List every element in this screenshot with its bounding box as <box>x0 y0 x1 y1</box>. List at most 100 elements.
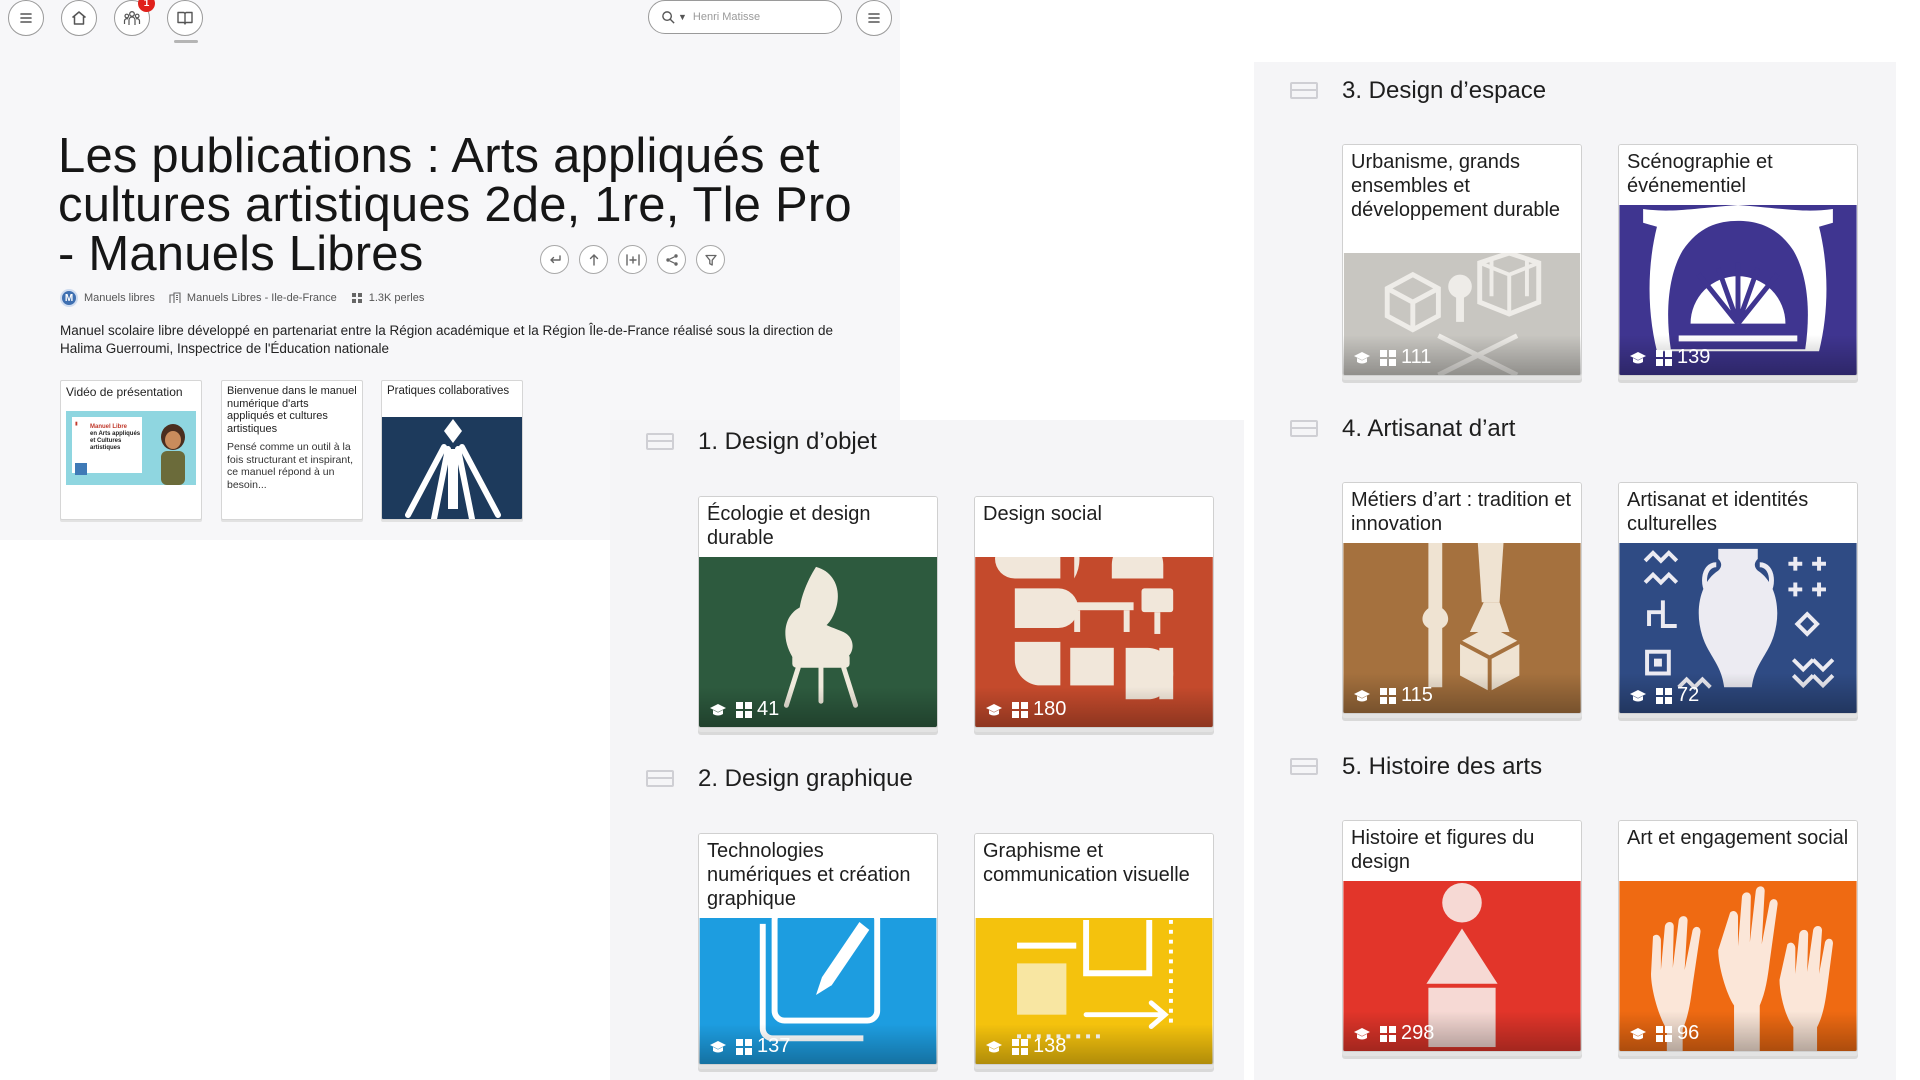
pearls-count-label: 1.3K perles <box>368 292 425 304</box>
card-count: 180 <box>1033 698 1067 720</box>
sections-panel-left: 1. Design d’objet Écologie et design dur… <box>610 420 1244 1080</box>
section-4-title[interactable]: 4. Artisanat d’art <box>1342 415 1515 443</box>
card-urbanisme[interactable]: Urbanisme, grands ensembles et développe… <box>1342 144 1582 376</box>
section-2-drag-handle[interactable] <box>646 770 674 787</box>
graduation-cap-icon <box>986 703 1002 715</box>
card-footer: 41 <box>709 698 779 721</box>
card-title: Scénographie et événementiel <box>1619 145 1857 205</box>
card-technologies-numeriques[interactable]: Technologies numériques et création grap… <box>698 833 938 1065</box>
collaborative-card[interactable]: Pratiques collaboratives <box>381 380 523 520</box>
graduation-cap-icon <box>986 1040 1002 1052</box>
section-5-title[interactable]: 5. Histoire des arts <box>1342 753 1542 781</box>
card-art-engagement-social[interactable]: Art et engagement social 96 <box>1618 820 1858 1052</box>
welcome-card-title: Bienvenue dans le manuel numérique d'art… <box>227 385 357 435</box>
hamburger-icon <box>868 13 880 23</box>
sections-panel-right: 3. Design d’espace Urbanisme, grands ens… <box>1254 62 1896 1080</box>
search-input[interactable]: ▼ Henri Matisse <box>648 0 842 34</box>
open-book-icon <box>177 11 193 25</box>
card-count: 41 <box>757 698 780 720</box>
card-footer: 180 <box>985 698 1066 721</box>
graduation-cap-icon <box>1354 1027 1370 1039</box>
card-scenographie[interactable]: Scénographie et événementiel 139 <box>1618 144 1858 376</box>
collection-link[interactable]: Manuels Libres - Ile-de-France <box>169 292 337 304</box>
card-design-social[interactable]: Design social 180 <box>974 496 1214 728</box>
video-thumbnail: ▮ Manuel Libre en Arts appliqués et Cult… <box>66 411 196 485</box>
funnel-icon <box>704 254 717 266</box>
graduation-cap-icon <box>1630 1027 1646 1039</box>
grid-icon <box>1012 1038 1028 1055</box>
card-title: Graphisme et communication visuelle <box>975 834 1213 918</box>
card-artisanat-identites[interactable]: Artisanat et identités culturelles 72 <box>1618 482 1858 714</box>
section-1-drag-handle[interactable] <box>646 433 674 450</box>
welcome-card-body: Pensé comme un outil à la fois structura… <box>227 441 354 491</box>
return-arrow-icon <box>549 254 561 263</box>
add-icon <box>625 253 640 266</box>
grid-icon <box>351 293 362 303</box>
options-menu-button[interactable] <box>856 0 892 36</box>
section-5-drag-handle[interactable] <box>1290 758 1318 775</box>
graduation-cap-icon <box>1354 689 1370 701</box>
description: Manuel scolaire libre développé en parte… <box>60 323 833 356</box>
section-3-title[interactable]: 3. Design d’espace <box>1342 77 1546 105</box>
search-filter-caret-icon[interactable]: ▼ <box>678 12 687 22</box>
card-footer: 115 <box>1353 684 1433 707</box>
card-footer: 138 <box>985 1035 1066 1058</box>
card-footer: 111 <box>1353 346 1431 369</box>
card-title: Métiers d’art : tradition et innovation <box>1343 483 1581 543</box>
building-icon <box>169 292 181 303</box>
collection-name: Manuels Libres - Ile-de-France <box>186 292 337 304</box>
graduation-cap-icon <box>710 1040 726 1052</box>
home-icon <box>72 11 86 25</box>
card-footer: 72 <box>1629 684 1699 707</box>
search-placeholder: Henri Matisse <box>692 11 761 23</box>
library-button[interactable] <box>167 0 203 36</box>
author-link[interactable]: M Manuels libres <box>60 289 155 307</box>
people-icon <box>123 11 141 25</box>
graduation-cap-icon <box>1630 689 1646 701</box>
card-footer: 137 <box>709 1035 790 1058</box>
card-count: 137 <box>757 1035 791 1057</box>
welcome-card[interactable]: Bienvenue dans le manuel numérique d'art… <box>221 380 363 520</box>
thumb-line-2: en Arts appliqués <box>90 431 141 437</box>
card-count: 115 <box>1401 684 1433 706</box>
card-title: Artisanat et identités culturelles <box>1619 483 1857 543</box>
section-3-drag-handle[interactable] <box>1290 82 1318 99</box>
section-4-drag-handle[interactable] <box>1290 420 1318 437</box>
add-button[interactable] <box>618 245 647 274</box>
card-count: 111 <box>1401 346 1432 368</box>
up-button[interactable] <box>579 245 608 274</box>
card-title: Écologie et design durable <box>699 497 937 557</box>
grid-icon <box>1656 349 1672 366</box>
card-title: Art et engagement social <box>1619 821 1857 881</box>
card-count: 298 <box>1401 1022 1435 1044</box>
graduation-cap-icon <box>1354 351 1370 363</box>
section-2-title[interactable]: 2. Design graphique <box>698 765 913 793</box>
card-ecologie-design-durable[interactable]: Écologie et design durable 41 <box>698 496 938 728</box>
author-name: Manuels libres <box>84 292 155 304</box>
title-actions <box>540 245 725 274</box>
card-title: Design social <box>975 497 1213 557</box>
grid-icon <box>736 701 752 718</box>
card-graphisme-communication[interactable]: Graphisme et communication visuelle 138 <box>974 833 1214 1065</box>
video-card[interactable]: Vidéo de présentation ▮ Manuel Libre en … <box>60 380 202 520</box>
graduation-cap-icon <box>1630 351 1646 363</box>
back-button[interactable] <box>540 245 569 274</box>
home-button[interactable] <box>61 0 97 36</box>
community-button[interactable]: 1 <box>114 0 155 36</box>
card-title: Urbanisme, grands ensembles et développe… <box>1343 145 1581 253</box>
thumb-line-3: et Cultures artistiques <box>90 438 122 451</box>
video-card-title: Vidéo de présentation <box>66 385 183 399</box>
menu-button[interactable] <box>8 0 44 36</box>
share-button[interactable] <box>657 245 686 274</box>
card-metiers-art[interactable]: Métiers d’art : tradition et innovation … <box>1342 482 1582 714</box>
card-footer: 298 <box>1353 1022 1434 1045</box>
card-footer: 96 <box>1629 1022 1699 1045</box>
play-icon <box>75 463 87 475</box>
card-histoire-figures-design[interactable]: Histoire et figures du design 298 <box>1342 820 1582 1052</box>
collaboration-illustration <box>382 417 522 519</box>
hamburger-icon <box>20 13 32 23</box>
card-title: Technologies numériques et création grap… <box>699 834 937 918</box>
section-1-title[interactable]: 1. Design d’objet <box>698 428 877 456</box>
graduation-cap-icon <box>710 703 726 715</box>
filter-button[interactable] <box>696 245 725 274</box>
